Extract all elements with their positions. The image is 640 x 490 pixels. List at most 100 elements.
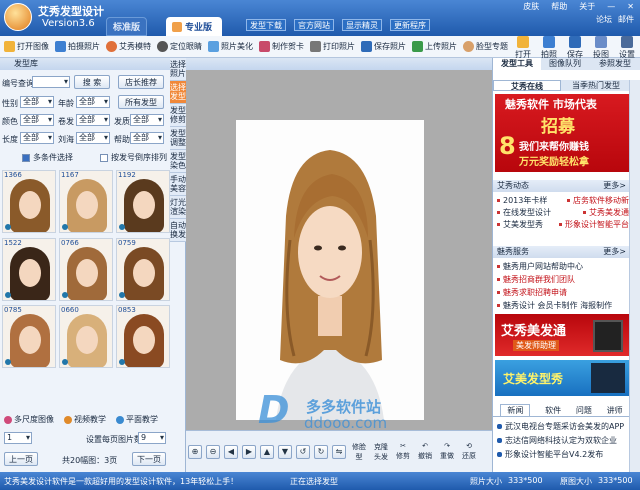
more-link[interactable]: 更多> [603, 180, 626, 192]
submit-button[interactable]: 投图 [590, 36, 612, 60]
service-item[interactable]: 魅秀求职招聘申请 [497, 288, 629, 298]
take-photo-button[interactable]: 拍摄照片 [55, 41, 100, 52]
save-photo-button[interactable]: 保存照片 [361, 41, 406, 52]
news-item[interactable]: 艾美发型秀 [497, 220, 543, 230]
search-button[interactable]: 搜 索 [74, 75, 110, 89]
multi-scale-link[interactable]: 多尺度图像 [4, 414, 54, 425]
subtab-hot-styles[interactable]: 当季热门发型 [561, 80, 631, 91]
tab-reference[interactable]: 参照发型 [589, 58, 640, 70]
card-button[interactable]: 制作贺卡 [259, 41, 304, 52]
arrow-left-icon[interactable]: ◀ [224, 444, 238, 459]
model-button[interactable]: 艾秀模特 [106, 41, 151, 52]
mail-link[interactable]: 邮件 [618, 14, 634, 25]
more-link[interactable]: 更多> [603, 246, 626, 258]
face-topic-button[interactable]: 脸型专题 [463, 41, 508, 52]
hairstyle-thumbnail[interactable]: 0660 [59, 305, 113, 369]
beautify-button[interactable]: 照片美化 [208, 41, 253, 52]
flat-tutorial-link[interactable]: 平面教学 [116, 414, 158, 425]
hairstyle-thumbnail[interactable]: 1167 [59, 170, 113, 233]
flip-icon[interactable]: ⇋ [332, 444, 346, 459]
page-size-select[interactable]: 9 [138, 432, 166, 444]
locate-eyes-button[interactable]: 定位眼睛 [157, 41, 202, 52]
hairstyle-thumbnail[interactable]: 0785 [2, 305, 56, 369]
prev-page-button[interactable]: 上一页 [4, 452, 38, 466]
zoom-in-icon[interactable]: ⊕ [188, 444, 202, 459]
right-scrollbar[interactable] [629, 80, 640, 472]
workflow-tab-1[interactable]: 选择照片 [170, 58, 186, 81]
edit-face-button[interactable]: 修脸型 [350, 442, 368, 462]
save-button[interactable]: 保存 [564, 36, 586, 60]
rotate-right-icon[interactable]: ↻ [314, 444, 328, 459]
news-item[interactable]: 在线发型设计 [497, 208, 551, 218]
minimize-icon[interactable]: — [607, 2, 615, 11]
multi-condition-checkbox[interactable]: 多条件选择 [22, 152, 73, 163]
undo-button[interactable]: ↶ 撤销 [416, 442, 434, 461]
workflow-tab-2[interactable]: 选择发型 [170, 81, 186, 104]
topbar-button-website[interactable]: 官方网站 [294, 19, 334, 31]
zoom-out-icon[interactable]: ⊖ [206, 444, 220, 459]
workflow-tab-7[interactable]: 灯光渲染 [170, 196, 186, 219]
service-item[interactable]: 魅秀设计 会员卡制作 海报制作 [497, 301, 629, 311]
list-item[interactable]: 武汉电视台专题采访会美发的APP [497, 422, 629, 432]
bangs-select[interactable]: 全部 [76, 132, 110, 144]
clone-hair-button[interactable]: 克隆头发 [372, 442, 390, 462]
settings-button[interactable]: 设置 [616, 36, 638, 60]
hairstyle-thumbnail[interactable]: 1366 [2, 170, 56, 233]
photo-canvas[interactable]: D 多多软件站 ddooo.com [186, 58, 492, 472]
type-select[interactable]: 全部 [130, 114, 164, 126]
news-item[interactable]: 店务软件移动新 [567, 196, 629, 206]
workflow-tab-5[interactable]: 发型染色 [170, 150, 186, 173]
workflow-tab-3[interactable]: 发型修剪 [170, 104, 186, 127]
redo-button[interactable]: ↷ 重做 [438, 442, 456, 461]
help-link[interactable]: 帮助 [551, 1, 567, 12]
arrow-right-icon[interactable]: ▶ [242, 444, 256, 459]
tab-standard-edition[interactable]: 专业版 [166, 17, 222, 36]
list-item[interactable]: 形象设计智能平台V4.2发布 [497, 450, 629, 460]
rotate-left-icon[interactable]: ↺ [296, 444, 310, 459]
tab-lecturers[interactable]: 讲师 [607, 405, 623, 416]
news-item[interactable]: 2013年卡样 [497, 196, 547, 206]
restore-button[interactable]: ⟲ 还原 [460, 442, 478, 461]
first-value-select[interactable]: 1 [4, 432, 32, 444]
recruit-banner[interactable]: 魅秀软件 市场代表 招募 8 我们来帮你赚钱 万元奖励轻松拿 [495, 94, 630, 172]
feature-select[interactable]: 全部 [130, 132, 164, 144]
about-link[interactable]: 关于 [579, 1, 595, 12]
tab-software[interactable]: 软件 [545, 405, 561, 416]
trim-button[interactable]: ✂ 修剪 [394, 442, 412, 461]
open-image-button[interactable]: 打开图像 [4, 41, 49, 52]
promo-banner-xiu[interactable]: 艾美发型秀 [495, 360, 630, 396]
arrow-up-icon[interactable]: ▲ [260, 444, 274, 459]
code-search-input[interactable] [32, 76, 70, 88]
tab-hair-tools[interactable]: 发型工具 [493, 58, 541, 70]
camera-button[interactable]: 拍照 [538, 36, 560, 60]
all-styles-button[interactable]: 所有发型 [118, 95, 164, 109]
skin-link[interactable]: 皮肤 [523, 1, 539, 12]
portrait-photo[interactable] [236, 120, 424, 420]
hairstyle-thumbnail[interactable]: 0759 [116, 237, 170, 301]
workflow-tab-6[interactable]: 手动美容 [170, 173, 186, 196]
next-page-button[interactable]: 下一页 [132, 452, 166, 466]
video-tutorial-link[interactable]: 视频教学 [64, 414, 106, 425]
length-select[interactable]: 全部 [20, 132, 54, 144]
print-button[interactable]: 打印照片 [310, 41, 355, 52]
open-button[interactable]: 打开 [512, 36, 534, 60]
service-item[interactable]: 魅秀用户网站帮助中心 [497, 262, 629, 272]
topbar-button-download[interactable]: 发型下载 [246, 19, 286, 31]
list-item[interactable]: 志达信网络科技认定为双软企业 [497, 436, 629, 446]
news-item[interactable]: 艾秀美发通 [583, 208, 629, 218]
subtab-online[interactable]: 艾秀在线 [493, 80, 561, 91]
tab-news[interactable]: 新闻 [500, 403, 531, 417]
service-item[interactable]: 魅秀招商群我们团队 [497, 275, 629, 285]
workflow-tab-4[interactable]: 发型调整 [170, 127, 186, 150]
hairstyle-thumbnail[interactable]: 1192 [116, 170, 170, 233]
topbar-button-sprite[interactable]: 显示精灵 [342, 19, 382, 31]
hairstyle-thumbnail[interactable]: 0853 [116, 305, 170, 369]
tab-image-queue[interactable]: 图像队列 [541, 58, 589, 70]
news-item[interactable]: 形象设计智能平台 [559, 220, 629, 230]
hairstyle-thumbnail[interactable]: 1522 [2, 237, 56, 301]
tab-pro-edition[interactable]: 标准版 [106, 17, 148, 36]
hairstyle-thumbnail[interactable]: 0766 [59, 237, 113, 301]
close-icon[interactable]: ✕ [627, 2, 634, 11]
promo-banner-meifatong[interactable]: 艾秀美发通 美发师助理 [495, 314, 630, 356]
age-select[interactable]: 全部 [76, 96, 110, 108]
